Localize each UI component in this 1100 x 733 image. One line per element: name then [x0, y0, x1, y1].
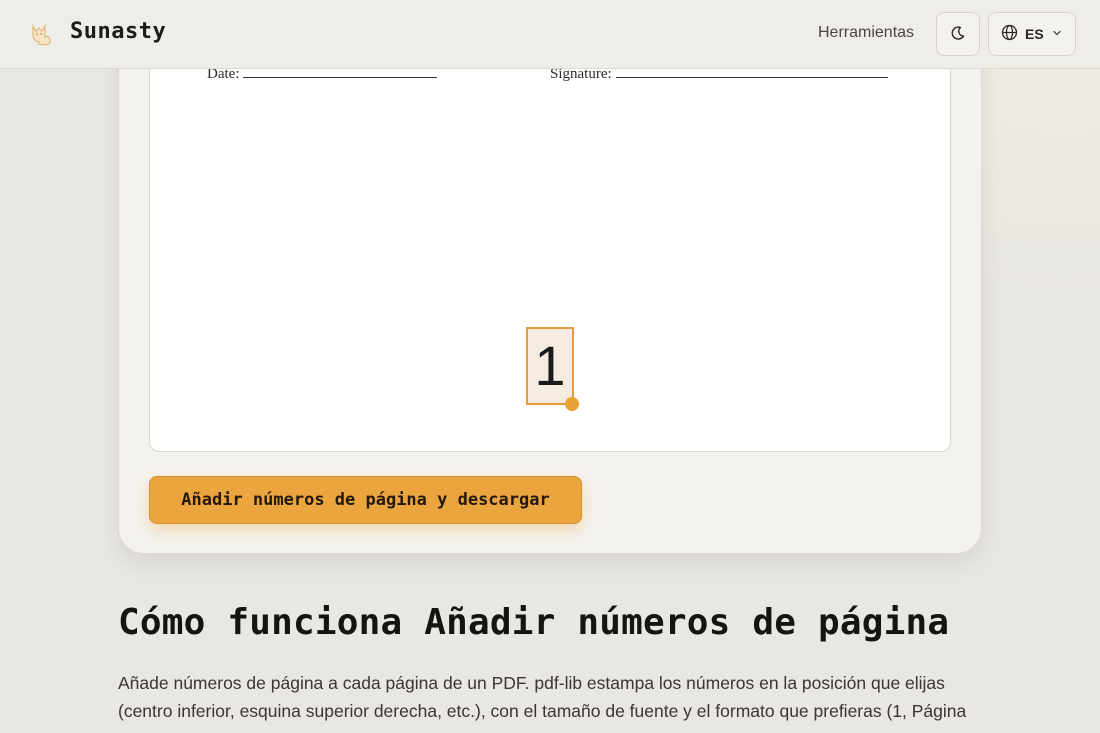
chevron-down-icon: [1051, 27, 1063, 42]
page-number-overlay[interactable]: 1: [526, 327, 574, 405]
resize-handle[interactable]: [565, 397, 579, 411]
page-number-text: 1: [534, 334, 566, 397]
language-code: ES: [1025, 26, 1044, 42]
section-body: Añade números de página a cada página de…: [118, 673, 967, 721]
top-header: Sunasty Herramientas ES: [0, 0, 1100, 69]
add-page-numbers-download-button[interactable]: Añadir números de página y descargar: [149, 476, 582, 524]
nav-link-tools[interactable]: Herramientas: [818, 24, 914, 42]
section-title: Cómo funciona Añadir números de página: [118, 602, 950, 643]
globe-icon: [1001, 24, 1018, 44]
language-selector-button[interactable]: ES: [988, 12, 1076, 56]
theme-toggle-button[interactable]: [936, 12, 980, 56]
brand-name[interactable]: Sunasty: [70, 19, 166, 44]
cat-logo-icon[interactable]: [26, 19, 56, 49]
moon-icon: [950, 25, 966, 44]
